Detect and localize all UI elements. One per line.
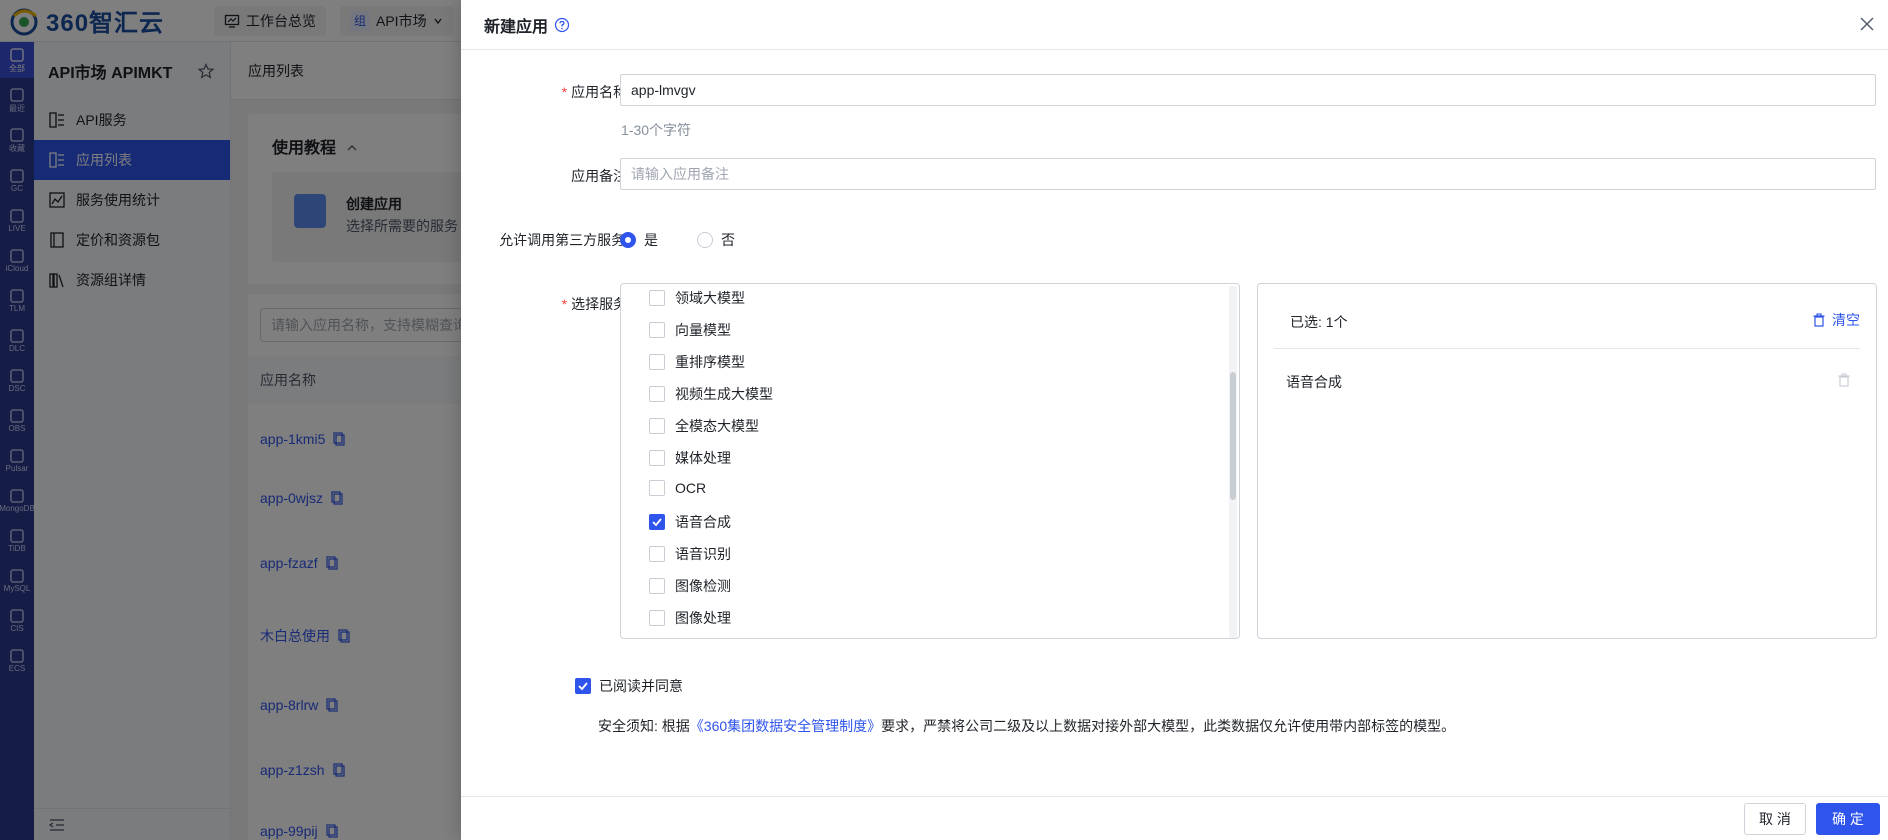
selected-count: 已选: 1个 xyxy=(1290,314,1348,330)
selected-services-panel: 已选: 1个 清空 语音合成 xyxy=(1257,283,1877,639)
service-option-label: 全模态大模型 xyxy=(675,418,759,434)
service-option-label: 图像检测 xyxy=(675,578,731,594)
app-name-input[interactable]: app-lmvgv xyxy=(620,74,1876,106)
radio-no[interactable]: 否 xyxy=(697,230,735,250)
service-option-label: 重排序模型 xyxy=(675,354,745,370)
service-option-label: 向量模型 xyxy=(675,322,731,338)
required-mark: * xyxy=(561,84,568,100)
drawer-title: 新建应用 xyxy=(484,18,549,36)
service-option[interactable]: 领域大模型 xyxy=(649,288,745,308)
check-icon xyxy=(652,518,662,527)
notice-suffix: 要求，严禁将公司二级及以上数据对接外部大模型，此类数据仅允许使用带内部标签的模型… xyxy=(881,718,1456,734)
service-list[interactable]: 领域大模型向量模型重排序模型视频生成大模型 全模态大模型 媒体处理 OCR 语音合成语音… xyxy=(620,283,1240,639)
service-option[interactable]: 向量模型 xyxy=(649,320,731,340)
required-mark: * xyxy=(561,296,568,312)
service-list-scrollbar[interactable] xyxy=(1229,286,1237,638)
agree-label: 已阅读并同意 xyxy=(599,678,683,694)
service-checkbox[interactable] xyxy=(649,610,665,626)
selected-item: 语音合成 xyxy=(1286,374,1342,390)
drawer-header: 新建应用 xyxy=(461,0,1888,50)
help-icon[interactable] xyxy=(554,17,570,33)
clear-label: 清空 xyxy=(1832,312,1860,328)
cancel-button[interactable]: 取 消 xyxy=(1744,803,1806,835)
clear-button[interactable]: 清空 xyxy=(1812,310,1860,330)
radio-yes[interactable]: 是 xyxy=(620,230,658,250)
confirm-button[interactable]: 确 定 xyxy=(1816,803,1880,835)
service-option-label: 语音合成 xyxy=(675,514,731,530)
service-label: * 选择服务: xyxy=(533,294,631,314)
trash-icon xyxy=(1813,313,1825,327)
service-option[interactable]: OCR xyxy=(649,480,706,496)
service-checkbox[interactable] xyxy=(649,322,665,338)
radio-yes-dot xyxy=(620,232,636,248)
service-option[interactable]: 重排序模型 xyxy=(649,352,745,372)
create-app-drawer: 新建应用 * 应用名称: app-lmvgv 1-30个字符 应用备注: 请输入应… xyxy=(461,0,1888,840)
app-name-value: app-lmvgv xyxy=(631,82,696,98)
app-name-hint: 1-30个字符 xyxy=(621,122,692,138)
security-notice: 安全须知: 根据《360集团数据安全管理制度》要求，严禁将公司二级及以上数据对接… xyxy=(598,716,1455,736)
app-note-input[interactable]: 请输入应用备注 xyxy=(620,158,1876,190)
divider xyxy=(1274,348,1860,349)
agree-checkbox[interactable]: 已阅读并同意 xyxy=(575,676,683,696)
service-option[interactable]: 语音识别 xyxy=(649,544,731,564)
service-checkbox[interactable] xyxy=(649,480,665,496)
radio-no-dot xyxy=(697,232,713,248)
app-note-label: 应用备注: xyxy=(571,168,631,184)
notice-prefix: 安全须知: 根据 xyxy=(598,718,690,734)
app-name-label: * 应用名称: xyxy=(533,82,631,102)
service-checkbox[interactable] xyxy=(649,514,665,530)
close-icon[interactable] xyxy=(1858,15,1876,33)
scrollbar-thumb[interactable] xyxy=(1230,372,1236,500)
remove-item-icon[interactable] xyxy=(1836,372,1852,388)
service-checkbox[interactable] xyxy=(649,386,665,402)
service-option[interactable]: 全模态大模型 xyxy=(649,416,759,436)
service-option-label: 图像处理 xyxy=(675,610,731,626)
service-option[interactable]: 图像处理 xyxy=(649,608,731,628)
service-option[interactable]: 媒体处理 xyxy=(649,448,731,468)
service-option-label: 媒体处理 xyxy=(675,450,731,466)
service-option[interactable]: 图像检测 xyxy=(649,576,731,596)
service-option-label: 领域大模型 xyxy=(675,290,745,306)
service-option-label: 语音识别 xyxy=(675,546,731,562)
policy-link[interactable]: 《360集团数据安全管理制度》 xyxy=(690,718,881,734)
radio-yes-label: 是 xyxy=(644,232,658,248)
service-option-label: OCR xyxy=(675,480,707,496)
service-checkbox[interactable] xyxy=(649,418,665,434)
service-checkbox[interactable] xyxy=(649,546,665,562)
service-checkbox[interactable] xyxy=(649,450,665,466)
agree-checkbox-box xyxy=(575,678,591,694)
service-option[interactable]: 语音合成 xyxy=(649,512,731,532)
service-checkbox[interactable] xyxy=(649,354,665,370)
service-option[interactable]: 视频生成大模型 xyxy=(649,384,773,404)
radio-no-label: 否 xyxy=(721,232,735,248)
app-note-placeholder: 请输入应用备注 xyxy=(631,166,729,182)
third-party-label: 允许调用第三方服务: xyxy=(499,232,629,248)
service-option-label: 视频生成大模型 xyxy=(675,386,773,402)
drawer-footer: 取 消 确 定 xyxy=(461,796,1888,840)
check-icon xyxy=(578,682,588,691)
service-checkbox[interactable] xyxy=(649,290,665,306)
service-checkbox[interactable] xyxy=(649,578,665,594)
